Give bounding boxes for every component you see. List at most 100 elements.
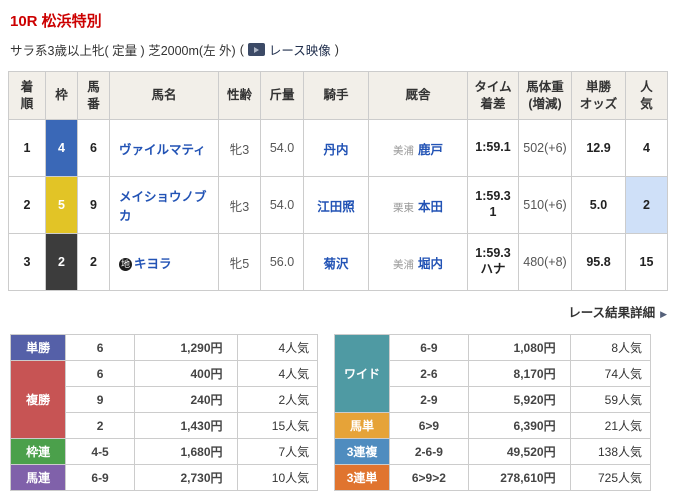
bet-type-label: ワイド — [334, 334, 390, 413]
finish-position: 2 — [8, 176, 46, 234]
payout-amount: 1,430円 — [133, 412, 238, 439]
horse-number: 9 — [77, 176, 110, 234]
stable-link[interactable]: 本田 — [418, 200, 443, 214]
column-header-11: 人 気 — [625, 71, 668, 120]
payout-amount: 240円 — [133, 386, 238, 413]
jockey-link[interactable]: 江田照 — [317, 200, 355, 214]
waku-number: 2 — [45, 233, 78, 291]
win-odds: 12.9 — [571, 119, 626, 177]
finish-margin: ハナ — [480, 262, 506, 276]
time-margin-cell: 1:59.3 ハナ — [467, 233, 519, 291]
finish-time: 1:59.3 — [475, 189, 511, 204]
payout-popularity: 4人気 — [236, 360, 319, 387]
horse-number: 6 — [77, 119, 110, 177]
jockey-cell: 江田照 — [303, 176, 369, 234]
column-header-9: 馬体重 (増減) — [518, 71, 572, 120]
jockey-link[interactable]: 丹内 — [323, 143, 348, 157]
payout-table-left: 単勝 6 1,290円 4人気 複勝 6 400円 4人気 9 240円 2人気 2 1,430円 15人… — [9, 334, 319, 491]
local-horse-mark-icon: 地 — [119, 257, 132, 271]
payout-popularity: 4人気 — [236, 334, 319, 361]
payout-combination: 2-6-9 — [389, 438, 469, 465]
race-video-link[interactable]: レース映像 — [269, 40, 331, 59]
popularity: 15 — [625, 233, 668, 291]
payout-popularity: 15人気 — [236, 412, 319, 439]
win-odds: 5.0 — [571, 176, 626, 234]
column-header-5: 斤量 — [260, 71, 304, 120]
jockey-link[interactable]: 菊沢 — [323, 257, 348, 271]
column-header-8: タイム 着差 — [467, 71, 519, 120]
stable-area-label: 美浦 — [392, 144, 414, 157]
stable-area-label: 栗東 — [392, 201, 414, 214]
result-row: 2 5 9 メイショウノブカ 牝3 54.0 江田照 栗東 本田 1:59.3 1 510(+6) 5.… — [8, 176, 668, 234]
payout-combination: 4-5 — [65, 438, 135, 465]
column-header-2: 馬 番 — [77, 71, 110, 120]
bet-type-label: 単勝 — [9, 334, 67, 361]
payout-popularity: 2人気 — [236, 386, 319, 413]
payout-amount: 1,680円 — [133, 438, 238, 465]
horse-name-link[interactable]: キヨラ — [134, 257, 172, 271]
body-weight: 480(+8) — [518, 233, 572, 291]
payout-amount: 5,920円 — [467, 386, 571, 413]
finish-position: 1 — [8, 119, 46, 177]
payout-popularity: 74人気 — [569, 360, 652, 387]
race-result-detail-link[interactable]: レース結果詳細 ▶ — [568, 306, 667, 320]
payout-combination: 6-9 — [389, 334, 469, 361]
column-header-1: 枠 — [45, 71, 78, 120]
jockey-cell: 菊沢 — [303, 233, 369, 291]
stable-cell: 美浦 堀内 — [368, 233, 468, 291]
column-header-10: 単勝 オッズ — [571, 71, 626, 120]
race-conditions-text: サラ系3歳以上牝( 定量 ) 芝2000m(左 外) — [10, 44, 236, 58]
stable-cell: 美浦 鹿戸 — [368, 119, 468, 177]
horse-name-cell: 地キヨラ — [109, 233, 219, 291]
payout-amount: 1,290円 — [133, 334, 238, 361]
win-odds: 95.8 — [571, 233, 626, 291]
column-header-7: 厩舎 — [368, 71, 468, 120]
result-row: 3 2 2 地キヨラ 牝5 56.0 菊沢 美浦 堀内 1:59.3 ハナ 480(+8) 95.8 15 — [8, 233, 668, 291]
horse-name-link[interactable]: メイショウノブカ — [119, 190, 207, 223]
time-margin-cell: 1:59.3 1 — [467, 176, 519, 234]
payout-combination: 6>9 — [389, 412, 469, 439]
column-header-0: 着 順 — [8, 71, 46, 120]
payout-popularity: 8人気 — [569, 334, 652, 361]
paren-close: ) — [334, 42, 339, 57]
race-results-table: 着 順枠馬 番馬名 性齢 斤量 騎手 厩舎 タイム 着差 馬体重 (増減) 単勝 オッズ人 気… — [8, 71, 668, 291]
horse-name-link[interactable]: ヴァイルマティ — [119, 143, 206, 157]
column-header-6: 騎手 — [303, 71, 369, 120]
payout-popularity: 138人気 — [569, 438, 652, 465]
right-arrow-icon: ▶ — [660, 309, 667, 319]
play-video-icon[interactable] — [247, 43, 265, 56]
bet-type-label: 馬単 — [334, 412, 390, 439]
sex-age: 牝3 — [218, 176, 261, 234]
payout-row: 枠連 4-5 1,680円 7人気 — [9, 438, 319, 465]
stable-link[interactable]: 堀内 — [418, 257, 443, 271]
race-conditions: サラ系3歳以上牝( 定量 ) 芝2000m(左 外) ( レース映像 ) — [10, 40, 667, 59]
body-weight: 502(+6) — [518, 119, 572, 177]
payout-row: 馬単 6>9 6,390円 21人気 — [334, 412, 652, 439]
payout-combination: 2-9 — [389, 386, 469, 413]
payout-amount: 400円 — [133, 360, 238, 387]
race-result-page: 10R 松浜特別 サラ系3歳以上牝( 定量 ) 芝2000m(左 外) ( レー… — [0, 0, 675, 491]
payout-combination: 9 — [65, 386, 135, 413]
horse-number: 2 — [77, 233, 110, 291]
bet-type-label: 3連複 — [334, 438, 390, 465]
finish-margin: 1 — [489, 205, 497, 219]
payout-popularity: 7人気 — [236, 438, 319, 465]
payout-combination: 6 — [65, 334, 135, 361]
time-margin-cell: 1:59.1 — [467, 119, 519, 177]
horse-name-cell: メイショウノブカ — [109, 176, 219, 234]
results-header-row: 着 順枠馬 番馬名 性齢 斤量 騎手 厩舎 タイム 着差 馬体重 (増減) 単勝 オッズ人 気 — [8, 71, 668, 120]
payout-amount: 49,520円 — [467, 438, 571, 465]
carried-weight: 56.0 — [260, 233, 304, 291]
stable-link[interactable]: 鹿戸 — [418, 143, 443, 157]
popularity: 2 — [625, 176, 668, 234]
payout-row: ワイド 6-9 1,080円 8人気 — [334, 334, 652, 413]
popularity: 4 — [625, 119, 668, 177]
bet-type-label: 複勝 — [9, 360, 67, 439]
stable-cell: 栗東 本田 — [368, 176, 468, 234]
carried-weight: 54.0 — [260, 176, 304, 234]
jockey-cell: 丹内 — [303, 119, 369, 177]
race-video-group: ( レース映像 ) — [240, 40, 339, 59]
payout-amount: 8,170円 — [467, 360, 571, 387]
payout-combination: 2-6 — [389, 360, 469, 387]
payout-popularity: 59人気 — [569, 386, 652, 413]
